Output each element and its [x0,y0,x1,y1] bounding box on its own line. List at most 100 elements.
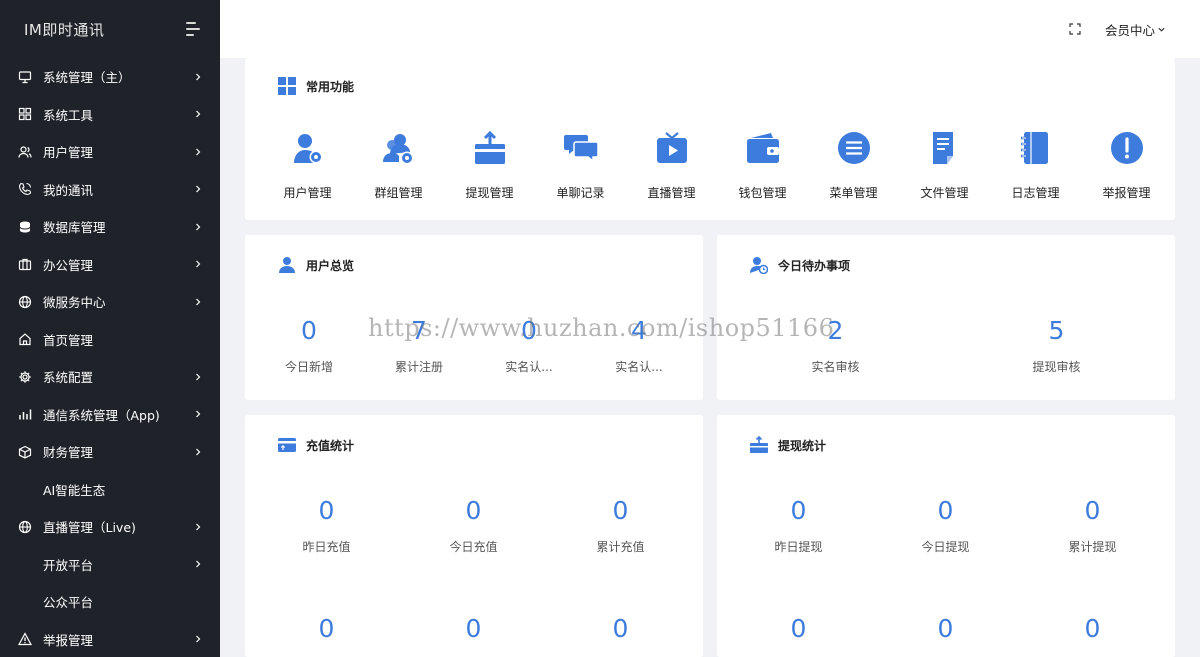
stat-total-registered: 7 累计注册 [364,316,474,375]
stat-today-recharge: 0 今日充值 [400,496,547,555]
dashboard-grid-icon [278,77,296,95]
quick-item[interactable]: 直播管理 [626,130,717,201]
withdraw-stats-title: 提现统计 [778,438,827,453]
alert-icon [1109,130,1145,166]
quick-item-label: 日志管理 [1011,186,1060,200]
stat-value: 0 [612,614,629,643]
tv-play-icon [654,130,690,166]
quick-item[interactable]: 日志管理 [990,130,1081,201]
sidebar-item-label: AI智能生态 [43,482,106,498]
sidebar-item[interactable]: 直播管理（Live) [0,508,220,546]
stat-realname-review[interactable]: 2 实名审核 [725,316,946,375]
sidebar-item-label: 通信系统管理（App) [43,407,160,423]
sidebar-item[interactable]: 系统工具 [0,96,220,134]
sidebar-item[interactable]: AI智能生态 [0,471,220,509]
stat-label: 昨日提现 [774,540,823,554]
menu-collapse-icon[interactable] [186,22,202,36]
stat-value: 0 [318,614,335,643]
sidebar-menu: 系统管理（主） 系统工具 用户管理 我的通讯 数据库管理办公管理微服务中心首页管理 系统配… [0,58,220,657]
withdraw-stats-row-2: 0 0 0 [717,614,1175,644]
quick-item-label: 文件管理 [920,186,969,200]
sidebar-item[interactable]: 数据库管理 [0,208,220,246]
withdraw-stats-row: 0 昨日提现 0 今日提现 0 累计提现 [717,496,1175,555]
sidebar-item[interactable]: 系统配置 [0,358,220,396]
stat-label: 今日新增 [284,360,333,374]
user-clock-icon [750,256,769,275]
chevron-right-icon [194,448,202,456]
home-icon [18,332,32,346]
sidebar-item[interactable]: 财务管理 [0,433,220,471]
notebook-icon [1018,130,1054,166]
sidebar-item[interactable]: 系统管理（主） [0,58,220,96]
user-overview-stats: 0 今日新增 7 累计注册 0 实名认... 4 实名认... [245,316,703,375]
chevron-right-icon [194,148,202,156]
stat-verified-b: 4 实名认... [584,316,694,375]
stat-yesterday-recharge: 0 昨日充值 [253,496,400,555]
stat-label: 累计注册 [394,360,443,374]
sidebar-item[interactable]: 用户管理 [0,133,220,171]
quick-item[interactable]: 文件管理 [899,130,990,201]
chevron-right-icon [194,373,202,381]
sidebar-item[interactable]: 公众平台 [0,583,220,621]
gear-icon [18,370,32,384]
sidebar-item[interactable]: 通信系统管理（App) [0,396,220,434]
group-gear-icon [381,130,417,166]
chevron-right-icon [194,635,202,643]
grid-icon [18,107,32,121]
stat-value: 5 [1048,316,1065,345]
user-menu[interactable]: 会员中心 [1105,20,1166,39]
stat-withdraw-review[interactable]: 5 提现审核 [946,316,1167,375]
today-todo-stats: 2 实名审核 5 提现审核 [717,316,1175,375]
stat-value: 0 [465,614,482,643]
chevron-right-icon [194,110,202,118]
quick-item[interactable]: 用户管理 [262,130,353,201]
today-todo-title: 今日待办事项 [778,258,851,273]
sidebar: IM即时通讯 系统管理（主） 系统工具 用户管理 我的通讯 数据库管理 办公管理 微服务中心… [0,0,220,657]
quick-item[interactable]: 菜单管理 [808,130,899,201]
quick-item[interactable]: 单聊记录 [535,130,626,201]
stat-verified-a: 0 实名认... [474,316,584,375]
user-overview-title: 用户总览 [306,258,355,273]
sidebar-item[interactable]: 开放平台 [0,546,220,584]
quick-item-label: 群组管理 [374,186,423,200]
warning-icon [18,632,32,646]
sidebar-item[interactable]: 微服务中心 [0,283,220,321]
quick-item[interactable]: 群组管理 [353,130,444,201]
stat-value: 0 [790,614,807,643]
fullscreen-icon[interactable] [1069,23,1081,35]
withdraw-stats-header: 提现统计 [750,435,827,454]
database-icon [18,220,32,234]
quick-item[interactable]: 钱包管理 [717,130,808,201]
sidebar-item[interactable]: 首页管理 [0,321,220,359]
chevron-right-icon [194,523,202,531]
sidebar-item[interactable]: 办公管理 [0,246,220,284]
stat-today-new: 0 今日新增 [254,316,364,375]
phone-icon [18,182,32,196]
quick-item[interactable]: 提现管理 [444,130,535,201]
stat-value: 0 [1084,614,1101,643]
users-icon [18,145,32,159]
stat-value-cell: 0 [725,614,872,644]
topbar: 会员中心 [220,0,1200,58]
stat-value: 0 [1084,496,1101,525]
stat-value-cell: 0 [1019,614,1166,644]
quick-item-label: 直播管理 [647,186,696,200]
stat-value-cell: 0 [872,614,1019,644]
quick-functions-card: 常用功能 用户管理 群组管理 提现管理 单聊记录 直播管理 钱包管理 菜单管理 文件管理 日志管… [245,58,1175,220]
chevron-right-icon [194,185,202,193]
sidebar-item[interactable]: 我的通讯 [0,171,220,209]
quick-item-label: 举报管理 [1102,186,1151,200]
user-menu-label: 会员中心 [1104,22,1155,38]
sidebar-item-label: 微服务中心 [43,295,106,311]
globe-icon [18,295,32,309]
sidebar-item-label: 办公管理 [43,257,94,273]
stat-total-withdraw: 0 累计提现 [1019,496,1166,555]
briefcase-icon [18,257,32,271]
stat-label: 累计充值 [596,540,645,554]
withdraw-stats-card: 提现统计 0 昨日提现 0 今日提现 0 累计提现 0 0 0 [717,415,1175,657]
quick-item[interactable]: 举报管理 [1081,130,1172,201]
chevron-down-icon [1158,27,1165,32]
stat-yesterday-withdraw: 0 昨日提现 [725,496,872,555]
chevron-right-icon [194,73,202,81]
sidebar-item[interactable]: 举报管理 [0,621,220,657]
